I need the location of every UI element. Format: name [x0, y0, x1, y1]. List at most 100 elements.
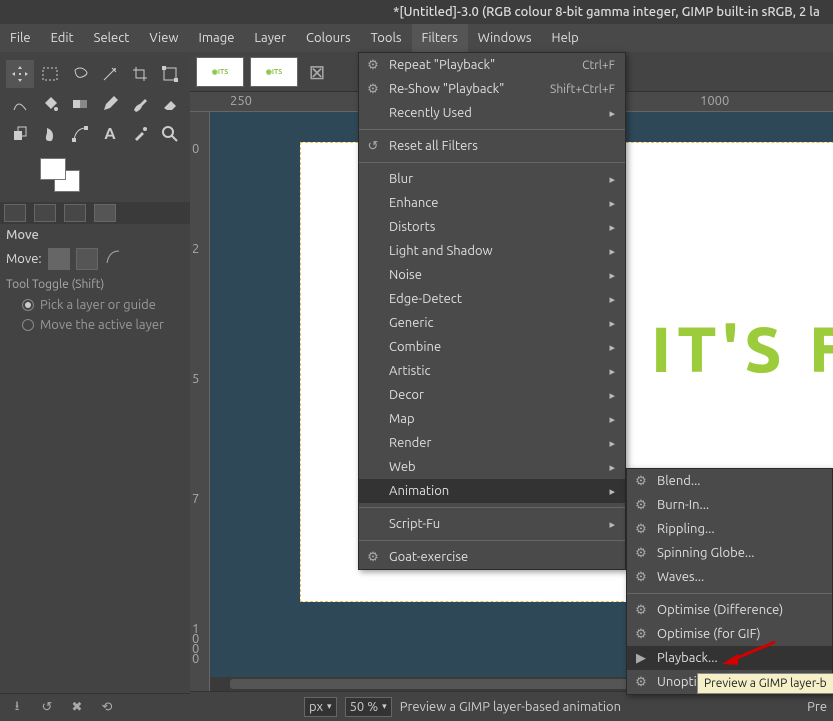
move-icon: [11, 65, 29, 83]
image-tab-close[interactable]: ⊠: [304, 57, 330, 87]
opt-move-active[interactable]: Move the active layer: [0, 315, 190, 335]
tool-path[interactable]: [66, 120, 94, 148]
menu-goat-exercise[interactable]: ⚙ Goat-exercise: [359, 545, 625, 569]
menu-web[interactable]: Web▸: [359, 455, 625, 479]
menu-distorts[interactable]: Distorts▸: [359, 215, 625, 239]
menu-generic[interactable]: Generic▸: [359, 311, 625, 335]
tool-move[interactable]: [6, 60, 34, 88]
brush-icon: [131, 95, 149, 113]
tool-fuzzy-select[interactable]: [96, 60, 124, 88]
window-title: *[Untitled]-3.0 (RGB colour 8-bit gamma …: [13, 5, 820, 19]
tool-eraser[interactable]: [156, 90, 184, 118]
dock-tab-2[interactable]: [34, 204, 56, 222]
move-mode-selection[interactable]: [76, 248, 98, 270]
menu-edge-detect[interactable]: Edge-Detect▸: [359, 287, 625, 311]
menu-animation[interactable]: Animation▸: [359, 479, 625, 503]
menu-noise[interactable]: Noise▸: [359, 263, 625, 287]
status-message: Preview a GIMP layer-based animation: [400, 700, 621, 714]
tool-colorpicker[interactable]: [126, 120, 154, 148]
chevron-down-icon: ▾: [382, 701, 387, 712]
menu-combine[interactable]: Combine▸: [359, 335, 625, 359]
menu-file[interactable]: File: [0, 24, 41, 52]
menu-enhance[interactable]: Enhance▸: [359, 191, 625, 215]
menu-decor[interactable]: Decor▸: [359, 383, 625, 407]
footer-delete-icon[interactable]: ✖: [66, 697, 88, 719]
dock-tab-1[interactable]: [4, 204, 26, 222]
menu-recently-used[interactable]: Recently Used▸: [359, 101, 625, 125]
menu-filters[interactable]: Filters: [412, 24, 468, 52]
tool-rect-select[interactable]: [36, 60, 64, 88]
fg-bg-swatches[interactable]: [40, 158, 96, 202]
menu-separator: [359, 162, 625, 163]
chevron-right-icon: ▸: [609, 245, 615, 258]
menu-spinning-globe[interactable]: ⚙Spinning Globe...: [627, 541, 832, 565]
menu-colours[interactable]: Colours: [296, 24, 361, 52]
path-small-icon: [104, 248, 122, 266]
zoom-selector[interactable]: 50 %▾: [345, 697, 392, 717]
menu-view[interactable]: View: [139, 24, 188, 52]
tool-gradient[interactable]: [66, 90, 94, 118]
menu-render[interactable]: Render▸: [359, 431, 625, 455]
gear-icon: ⚙: [633, 569, 649, 585]
opt-pick-layer[interactable]: Pick a layer or guide: [0, 295, 190, 315]
menu-repeat-playback[interactable]: ⚙ Repeat "Playback" Ctrl+F: [359, 53, 625, 77]
dock-tab-3[interactable]: [64, 204, 86, 222]
chevron-right-icon: ▸: [609, 173, 615, 186]
ruler-h-tick: 250: [230, 94, 252, 108]
ruler-h-tick: 1000: [700, 94, 729, 108]
path-icon: [71, 125, 89, 143]
chevron-right-icon: ▸: [609, 221, 615, 234]
tool-brush[interactable]: [126, 90, 154, 118]
chevron-right-icon: ▸: [609, 461, 615, 474]
tool-bucket[interactable]: [36, 90, 64, 118]
left-panel: A Move Move: Tool Toggle (Shift) Pick a …: [0, 52, 190, 721]
chevron-down-icon: ▾: [327, 701, 332, 712]
menu-reshow-playback[interactable]: ⚙ Re-Show "Playback" Shift+Ctrl+F: [359, 77, 625, 101]
dock-tab-4[interactable]: [94, 204, 116, 222]
image-tab-1[interactable]: ◉ITS: [196, 57, 244, 87]
menu-map[interactable]: Map▸: [359, 407, 625, 431]
menu-edit[interactable]: Edit: [41, 24, 84, 52]
tool-warp[interactable]: [6, 90, 34, 118]
menu-image[interactable]: Image: [189, 24, 245, 52]
menu-blend[interactable]: ⚙Blend...: [627, 469, 832, 493]
tool-smudge[interactable]: [36, 120, 64, 148]
crop-icon: [131, 65, 149, 83]
move-mode-path[interactable]: [104, 248, 126, 270]
tool-text[interactable]: A: [96, 120, 124, 148]
tool-transform[interactable]: [156, 60, 184, 88]
lasso-icon: [71, 65, 89, 83]
footer-restore-icon[interactable]: ↺: [36, 697, 58, 719]
menu-help[interactable]: Help: [542, 24, 589, 52]
menu-reset-filters[interactable]: ↺ Reset all Filters: [359, 134, 625, 158]
menu-tools[interactable]: Tools: [361, 24, 412, 52]
menu-select[interactable]: Select: [84, 24, 140, 52]
menu-rippling[interactable]: ⚙Rippling...: [627, 517, 832, 541]
menu-burn-in[interactable]: ⚙Burn-In...: [627, 493, 832, 517]
menu-optimise-gif[interactable]: ⚙Optimise (for GIF): [627, 622, 832, 646]
fg-color-swatch[interactable]: [40, 158, 66, 180]
statusbar: px▾ 50 %▾ Preview a GIMP layer-based ani…: [190, 691, 833, 721]
tool-clone[interactable]: [6, 120, 34, 148]
menu-artistic[interactable]: Artistic▸: [359, 359, 625, 383]
menu-blur[interactable]: Blur▸: [359, 167, 625, 191]
footer-save-icon[interactable]: ⭳: [6, 697, 28, 719]
image-tab-2[interactable]: ◉ITS: [250, 57, 298, 87]
tool-crop[interactable]: [126, 60, 154, 88]
menu-layer[interactable]: Layer: [244, 24, 296, 52]
tool-free-select[interactable]: [66, 60, 94, 88]
unit-selector[interactable]: px▾: [304, 697, 337, 717]
footer-reset-icon[interactable]: ⟲: [96, 697, 118, 719]
menu-windows[interactable]: Windows: [468, 24, 542, 52]
menu-script-fu[interactable]: Script-Fu▸: [359, 512, 625, 536]
tool-zoom[interactable]: [156, 120, 184, 148]
menu-light-shadow[interactable]: Light and Shadow▸: [359, 239, 625, 263]
pencil-icon: [101, 95, 119, 113]
menu-playback[interactable]: ▶Playback...: [627, 646, 832, 670]
menu-separator: [627, 593, 832, 594]
move-mode-layer[interactable]: [48, 248, 70, 270]
left-footer: ⭳ ↺ ✖ ⟲: [0, 693, 190, 721]
menu-waves[interactable]: ⚙Waves...: [627, 565, 832, 589]
tool-pencil[interactable]: [96, 90, 124, 118]
menu-optimise-diff[interactable]: ⚙Optimise (Difference): [627, 598, 832, 622]
